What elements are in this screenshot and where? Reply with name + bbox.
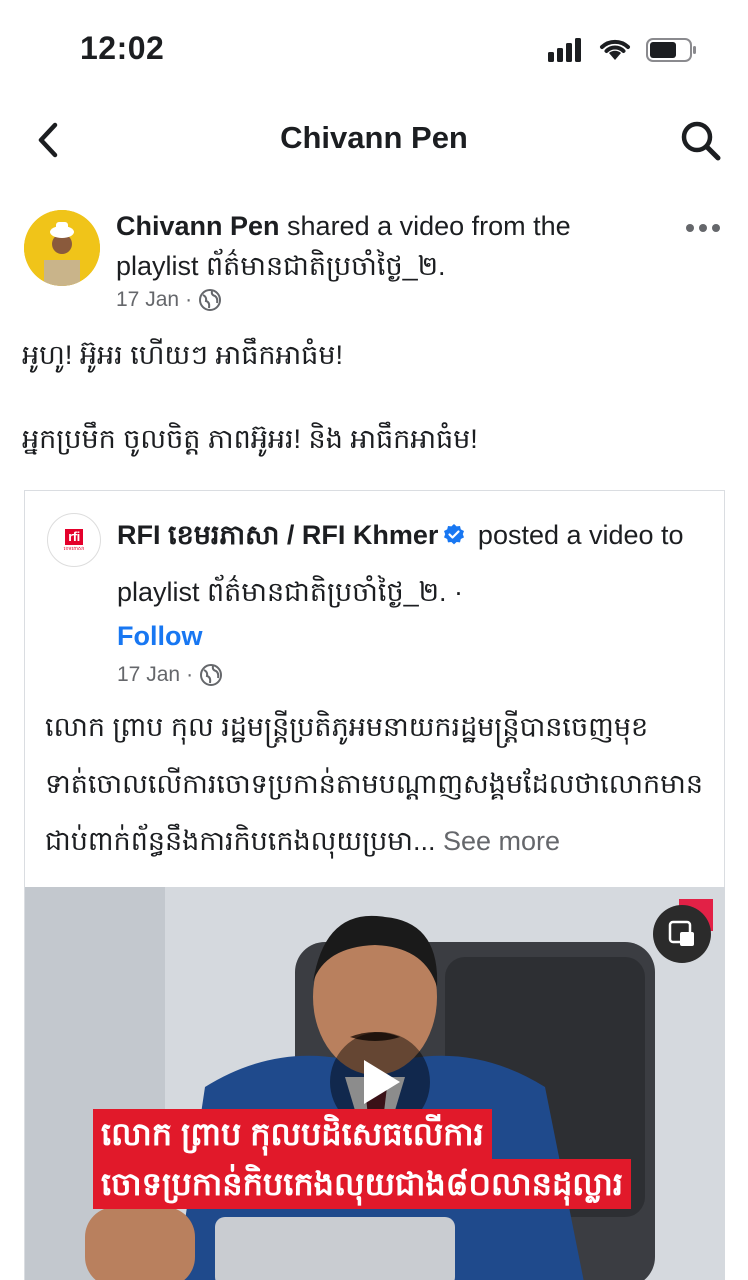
search-button[interactable] bbox=[678, 118, 724, 164]
picture-in-picture-icon bbox=[668, 920, 694, 946]
video-caption-line: ចោទប្រកាន់កិបកេងលុយជាង៨០លានដុល្លារ bbox=[93, 1159, 632, 1209]
shared-date[interactable]: 17 Jan bbox=[117, 663, 180, 687]
post-headline: Chivann Pen shared a video from the play… bbox=[116, 206, 656, 286]
meta-separator: · bbox=[185, 288, 193, 311]
video-player[interactable]: លោក ព្រាប កុលបដិសេធលើការ ចោទប្រកាន់កិបកេ… bbox=[25, 887, 725, 1280]
signal-icon bbox=[548, 38, 581, 62]
battery-icon bbox=[646, 38, 696, 62]
shared-post-card[interactable]: rfi ខេមរភាសា RFI ខេមរភាសា / RFI Khmer po… bbox=[24, 490, 725, 1280]
post-text-line: អ្នកប្រមឹក ចូលចិត្ត ភាពអ៊ូអរ! និង អាធឹកអ… bbox=[22, 424, 478, 454]
shared-body: លោក ព្រាប កុល រដ្ឋមន្ត្រីប្រតិភូអមនាយករដ… bbox=[45, 699, 711, 870]
post-date[interactable]: 17 Jan bbox=[116, 288, 179, 312]
globe-icon bbox=[199, 289, 222, 311]
rfi-logo-subtitle: ខេមរភាសា bbox=[63, 545, 85, 552]
rfi-logo: rfi bbox=[65, 528, 83, 545]
shared-author-name[interactable]: RFI ខេមរភាសា / RFI Khmer bbox=[117, 520, 438, 550]
status-bar: 12:02 bbox=[0, 0, 748, 100]
more-options-button[interactable] bbox=[686, 218, 726, 238]
more-dot-icon bbox=[699, 224, 707, 232]
video-caption-line: លោក ព្រាប កុលបដិសេធលើការ bbox=[93, 1109, 492, 1159]
follow-button[interactable]: Follow bbox=[117, 621, 202, 652]
shared-body-text: លោក ព្រាប កុល រដ្ឋមន្ត្រីប្រតិភូអមនាយករដ… bbox=[45, 712, 703, 856]
more-dot-icon bbox=[712, 224, 720, 232]
post-author-name[interactable]: Chivann Pen bbox=[116, 211, 280, 241]
author-avatar[interactable] bbox=[24, 210, 100, 286]
verified-badge-icon bbox=[444, 524, 465, 545]
play-icon bbox=[364, 1060, 400, 1104]
picture-in-picture-button[interactable] bbox=[653, 905, 711, 963]
globe-icon bbox=[200, 664, 223, 686]
post-text: អូហូ! អ៊ូអរ ហើយៗ អាធឹកអាធំម! អ្នកប្រមឹក … bbox=[22, 334, 722, 502]
wifi-icon bbox=[600, 39, 630, 60]
nav-header: Chivann Pen bbox=[0, 100, 748, 180]
see-more-link[interactable]: See more bbox=[435, 826, 560, 856]
post-header: Chivann Pen shared a video from the play… bbox=[0, 200, 748, 320]
meta-separator: · bbox=[186, 663, 194, 686]
post-meta: 17 Jan · bbox=[116, 288, 222, 312]
more-dot-icon bbox=[686, 224, 694, 232]
post-text-line: អូហូ! អ៊ូអរ ហើយៗ អាធឹកអាធំម! bbox=[22, 340, 343, 370]
page-title: Chivann Pen bbox=[280, 120, 468, 155]
search-icon bbox=[681, 121, 721, 161]
rfi-avatar[interactable]: rfi ខេមរភាសា bbox=[47, 513, 101, 567]
person-avatar-icon bbox=[24, 210, 100, 286]
shared-headline: RFI ខេមរភាសា / RFI Khmer posted a video … bbox=[117, 507, 707, 621]
shared-meta: 17 Jan · bbox=[117, 663, 223, 687]
status-time: 12:02 bbox=[80, 30, 165, 66]
